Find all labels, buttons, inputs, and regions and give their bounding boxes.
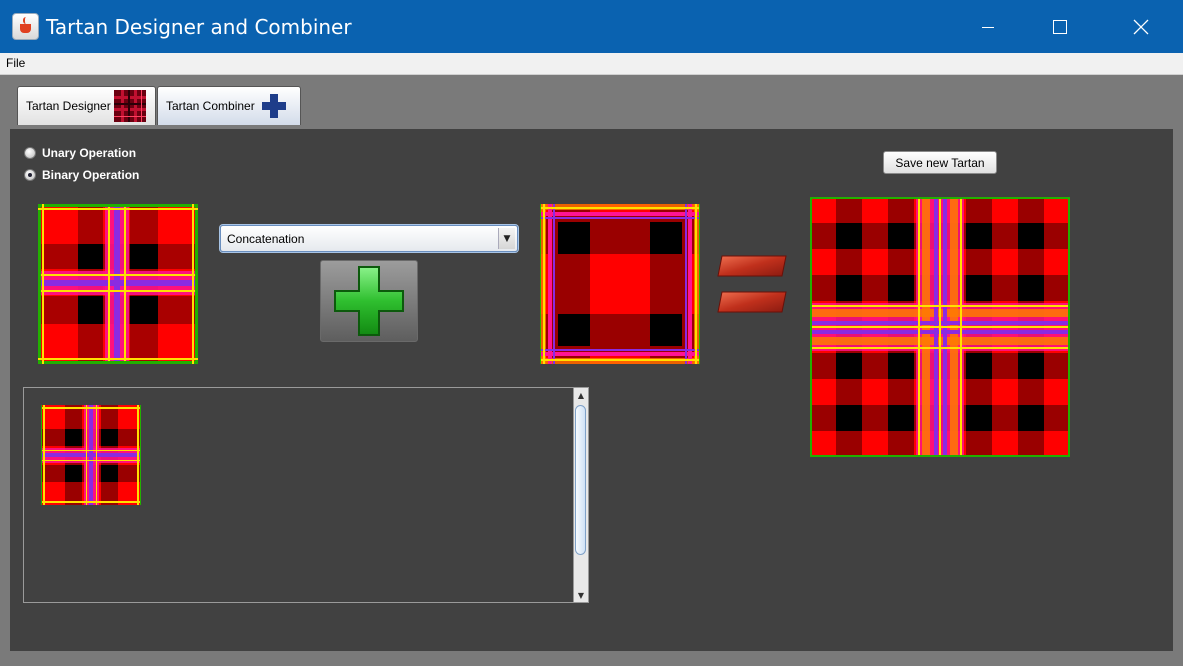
title-bar[interactable]: Tartan Designer and Combiner [0,0,1183,53]
tab-tartan-designer-label: Tartan Designer [26,99,111,113]
operation-select-value: Concatenation [227,232,305,246]
list-scrollbar[interactable]: ▲ ▼ [573,388,588,602]
tartan-operand-b[interactable] [540,204,700,364]
minimize-button[interactable] [949,0,1027,53]
tab-tartan-combiner[interactable]: Tartan Combiner [157,86,301,125]
unary-operation-radio[interactable]: Unary Operation [24,146,136,160]
window-title: Tartan Designer and Combiner [46,15,352,39]
plus-icon [261,94,286,118]
minimize-icon [982,26,994,28]
save-new-tartan-button[interactable]: Save new Tartan [883,151,997,174]
scroll-down-icon[interactable]: ▼ [574,588,588,602]
tartan-result[interactable] [810,197,1070,457]
tartan-thumbnail-icon [113,90,146,122]
java-app-icon [12,13,39,40]
close-icon [1133,19,1149,34]
operation-select[interactable]: Concatenation ▼ [220,225,518,252]
menu-file[interactable]: File [6,56,25,70]
green-plus-icon [334,266,404,336]
binary-operation-radio[interactable]: Binary Operation [24,168,139,182]
scroll-up-icon[interactable]: ▲ [574,388,588,402]
tartan-list[interactable]: ▲ ▼ [23,387,589,603]
radio-selected-icon [24,169,36,181]
tab-tartan-combiner-label: Tartan Combiner [166,99,255,113]
scrollbar-thumb[interactable] [575,405,586,555]
apply-operation-button[interactable] [320,260,418,342]
maximize-icon [1053,19,1067,34]
tartan-list-item[interactable] [41,405,141,505]
radio-unselected-icon [24,147,36,159]
menu-bar: File [0,53,1183,75]
tab-strip: Tartan Designer Tartan Combiner [0,75,1183,129]
binary-operation-label: Binary Operation [42,168,140,182]
tab-tartan-designer[interactable]: Tartan Designer [17,86,156,125]
unary-operation-label: Unary Operation [42,146,137,160]
tartan-operand-a[interactable] [38,204,198,364]
maximize-button[interactable] [1021,0,1099,53]
combiner-panel: Unary Operation Binary Operation Save ne… [10,129,1173,651]
close-button[interactable] [1102,0,1180,53]
chevron-down-icon[interactable]: ▼ [498,228,515,249]
equals-icon [717,255,787,313]
